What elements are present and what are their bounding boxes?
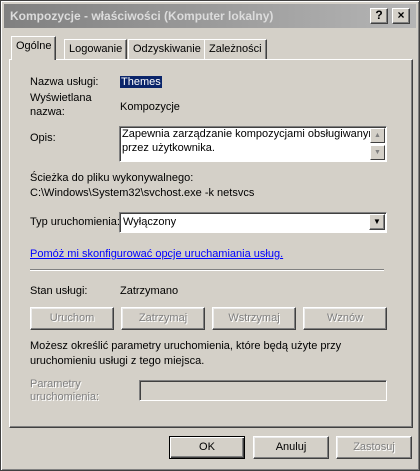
resume-button[interactable]: Wznów	[303, 307, 387, 330]
separator	[30, 269, 384, 271]
service-status-label: Stan usługi:	[30, 285, 88, 297]
window-title: Kompozycje - właściwości (Komputer lokal…	[10, 9, 274, 23]
start-button[interactable]: Uruchom	[30, 307, 114, 330]
startup-help-link[interactable]: Pomóż mi skonfigurować opcje uruchamiani…	[30, 248, 283, 260]
scroll-up-icon[interactable]: ▲	[370, 128, 385, 143]
startup-type-value: Wyłączony	[123, 216, 177, 228]
startup-type-select[interactable]: Wyłączony ▼	[119, 212, 387, 233]
params-label-line-1: Parametry	[30, 378, 81, 390]
start-parameters-input[interactable]	[139, 380, 387, 401]
help-button[interactable]: ?	[370, 8, 388, 24]
executable-path-value: C:\Windows\System32\svchost.exe -k netsv…	[30, 187, 255, 199]
tab-logon[interactable]: Logowanie	[64, 39, 128, 59]
scroll-down-icon[interactable]: ▼	[370, 145, 385, 160]
display-name-value: Kompozycje	[120, 101, 180, 113]
ok-button[interactable]: OK	[169, 436, 245, 459]
params-info-line-1: Możesz określić parametry uruchomienia, …	[30, 340, 342, 352]
tab-recovery[interactable]: Odzyskiwanie	[128, 39, 206, 59]
description-line-2: przez użytkownika.	[122, 142, 215, 154]
params-label-line-2: uruchomienia:	[30, 391, 100, 403]
stop-button[interactable]: Zatrzymaj	[121, 307, 205, 330]
startup-type-label: Typ uruchomienia:	[30, 216, 120, 228]
properties-dialog: Kompozycje - właściwości (Komputer lokal…	[0, 0, 420, 471]
tab-dependencies[interactable]: Zależności	[204, 39, 267, 59]
help-icon: ?	[375, 8, 383, 22]
general-tab-panel: Nazwa usługi: Themes Wyświetlana nazwa: …	[9, 59, 413, 428]
apply-button[interactable]: Zastosuj	[336, 436, 412, 459]
tab-general[interactable]: Ogólne	[11, 36, 57, 60]
description-textbox[interactable]: Zapewnia zarządzanie kompozycjami obsług…	[119, 126, 387, 162]
title-bar[interactable]: Kompozycje - właściwości (Komputer lokal…	[4, 4, 416, 28]
close-icon: ×	[397, 8, 405, 22]
service-name-value[interactable]: Themes	[120, 76, 162, 88]
description-label: Opis:	[30, 132, 56, 144]
cancel-button[interactable]: Anuluj	[253, 436, 329, 459]
chevron-down-icon[interactable]: ▼	[369, 214, 385, 230]
service-status-value: Zatrzymano	[120, 285, 179, 297]
display-name-label-line2: nazwa:	[30, 106, 65, 118]
params-info-line-2: uruchomieniu usługi z tego miejsca.	[30, 355, 205, 367]
pause-button[interactable]: Wstrzymaj	[212, 307, 296, 330]
executable-path-label: Ścieżka do pliku wykonywalnego:	[30, 172, 194, 184]
display-name-label-line1: Wyświetlana	[30, 92, 92, 104]
description-line-1: Zapewnia zarządzanie kompozycjami obsług…	[122, 128, 381, 140]
close-button[interactable]: ×	[392, 8, 410, 24]
service-name-label: Nazwa usługi:	[30, 76, 99, 88]
